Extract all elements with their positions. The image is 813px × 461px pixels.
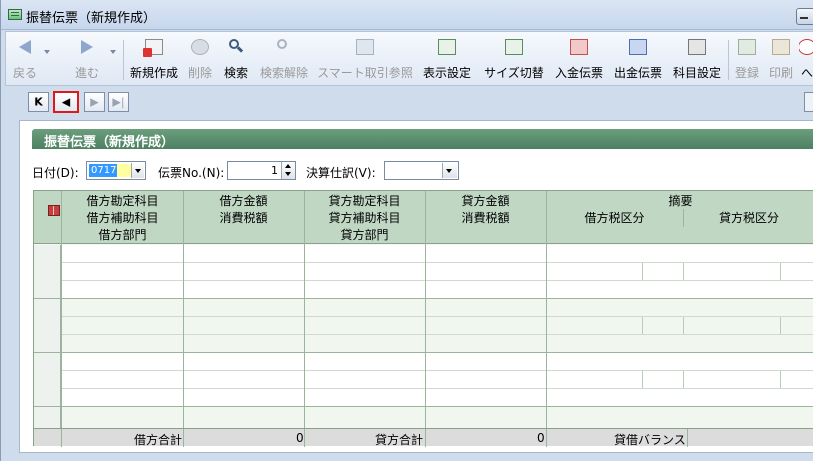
form-header-row: 日付(D): 0717 伝票No.(N): 1 決算仕訳(V): bbox=[32, 161, 472, 181]
header-credit-department: 貸方部門 bbox=[340, 228, 389, 242]
delete-icon bbox=[191, 39, 209, 55]
entry-row[interactable] bbox=[62, 299, 813, 352]
date-field[interactable]: 0717 bbox=[86, 161, 146, 180]
delete-button[interactable]: 削除 bbox=[183, 32, 217, 85]
receipt-slip-button[interactable]: 入金伝票 bbox=[551, 32, 607, 85]
entry-row[interactable] bbox=[62, 407, 813, 428]
slip-no-value: 1 bbox=[271, 164, 278, 177]
slip-form: 振替伝票（新規作成） 日付(D): 0717 伝票No.(N): 1 決算仕訳(… bbox=[19, 120, 813, 453]
register-button[interactable]: 登録 bbox=[731, 32, 763, 85]
size-toggle-icon bbox=[505, 39, 523, 55]
back-button[interactable]: 戻る bbox=[8, 32, 42, 85]
credit-total-label: 貸方合計 bbox=[375, 433, 424, 447]
date-dropdown-icon[interactable] bbox=[131, 163, 144, 178]
header-debit-department: 借方部門 bbox=[98, 228, 147, 242]
clear-search-button[interactable]: 検索解除 bbox=[256, 32, 312, 85]
forward-button[interactable]: 進む bbox=[70, 32, 104, 85]
app-icon bbox=[8, 9, 22, 20]
slip-no-field[interactable]: 1 bbox=[227, 161, 296, 180]
book-icon bbox=[48, 205, 60, 216]
previous-record-icon: ◀ bbox=[61, 95, 71, 109]
section-title: 振替伝票（新規作成） bbox=[32, 129, 813, 150]
back-arrow-icon bbox=[16, 39, 34, 55]
window: 振替伝票（新規作成） 戻る 進む 新規作成 削除 検索 検索解除 スマート取引参… bbox=[0, 0, 813, 461]
header-credit-tax: 消費税額 bbox=[461, 211, 510, 225]
header-credit-tax-category: 貸方税区分 bbox=[718, 211, 779, 225]
clear-search-icon bbox=[275, 39, 293, 55]
last-record-button[interactable]: ▶| bbox=[108, 92, 129, 112]
next-record-button[interactable]: ▶ bbox=[84, 92, 105, 112]
new-document-icon bbox=[143, 39, 163, 57]
date-label: 日付(D): bbox=[32, 166, 79, 180]
new-button[interactable]: 新規作成 bbox=[127, 32, 181, 85]
slip-no-label: 伝票No.(N): bbox=[158, 166, 225, 180]
header-credit-amount: 貸方金額 bbox=[461, 194, 510, 208]
minimize-button[interactable] bbox=[796, 8, 813, 25]
first-record-button[interactable]: K bbox=[28, 92, 49, 112]
account-settings-button[interactable]: 科目設定 bbox=[669, 32, 725, 85]
toolbar: 戻る 進む 新規作成 削除 検索 検索解除 スマート取引参照 表示設定 サイズ切… bbox=[5, 31, 813, 86]
date-cursor bbox=[117, 164, 131, 177]
register-icon bbox=[738, 39, 756, 55]
date-value: 0717 bbox=[89, 164, 119, 177]
print-icon bbox=[772, 39, 790, 55]
back-dropdown-icon[interactable] bbox=[44, 50, 50, 54]
print-button[interactable]: 印刷 bbox=[765, 32, 797, 85]
more-icon bbox=[799, 39, 813, 55]
header-debit-amount: 借方金額 bbox=[219, 194, 268, 208]
kessan-label: 決算仕訳(V): bbox=[306, 166, 376, 180]
header-debit-sub-account: 借方補助科目 bbox=[86, 211, 159, 225]
toolbar-separator bbox=[123, 40, 124, 80]
title-bar: 振替伝票（新規作成） bbox=[1, 0, 813, 30]
balance-label: 貸借バランス bbox=[614, 433, 686, 447]
display-settings-button[interactable]: 表示設定 bbox=[419, 32, 475, 85]
record-navigation: K ◀ ▶ ▶| bbox=[5, 88, 813, 116]
kessan-select[interactable] bbox=[384, 161, 459, 180]
grid-header: 借方勘定科目 借方金額 貸方勘定科目 貸方金額 摘要 借方補助科目 消費税額 貸… bbox=[34, 191, 813, 244]
entry-row[interactable] bbox=[62, 353, 813, 406]
header-debit-tax: 消費税額 bbox=[219, 211, 268, 225]
search-icon bbox=[227, 39, 245, 55]
search-button[interactable]: 検索 bbox=[219, 32, 253, 85]
first-record-icon: K bbox=[34, 95, 43, 109]
account-settings-icon bbox=[688, 39, 706, 55]
journal-grid: 借方勘定科目 借方金額 貸方勘定科目 貸方金額 摘要 借方補助科目 消費税額 貸… bbox=[33, 190, 813, 447]
slip-no-spinner[interactable] bbox=[281, 162, 295, 179]
size-toggle-button[interactable]: サイズ切替 bbox=[479, 32, 549, 85]
next-record-icon: ▶ bbox=[90, 95, 99, 109]
previous-record-button[interactable]: ◀ bbox=[53, 91, 79, 113]
more-button[interactable]: へ bbox=[799, 32, 813, 85]
row-marker-column bbox=[34, 245, 61, 428]
header-debit-account: 借方勘定科目 bbox=[86, 194, 159, 208]
forward-dropdown-icon[interactable] bbox=[110, 50, 116, 54]
debit-total-label: 借方合計 bbox=[134, 433, 183, 447]
debit-total-value: 0 bbox=[296, 431, 304, 445]
last-record-icon: ▶| bbox=[112, 95, 125, 109]
toolbar-separator bbox=[728, 40, 729, 80]
header-credit-account: 貸方勘定科目 bbox=[328, 194, 401, 208]
kessan-dropdown-icon[interactable] bbox=[442, 163, 457, 178]
credit-total-value: 0 bbox=[537, 431, 545, 445]
forward-arrow-icon bbox=[78, 39, 96, 55]
navigation-right-button[interactable] bbox=[804, 92, 813, 112]
smart-reference-button[interactable]: スマート取引参照 bbox=[315, 32, 415, 85]
payment-slip-button[interactable]: 出金伝票 bbox=[610, 32, 666, 85]
header-description: 摘要 bbox=[668, 194, 693, 208]
window-title: 振替伝票（新規作成） bbox=[26, 11, 157, 26]
entry-row[interactable] bbox=[62, 245, 813, 298]
receipt-slip-icon bbox=[570, 39, 588, 55]
payment-slip-icon bbox=[629, 39, 647, 55]
header-credit-sub-account: 貸方補助科目 bbox=[328, 211, 401, 225]
smart-reference-icon bbox=[356, 39, 374, 55]
totals-row: 借方合計 0 貸方合計 0 貸借バランス bbox=[34, 428, 813, 447]
display-settings-icon bbox=[438, 39, 456, 55]
header-debit-tax-category: 借方税区分 bbox=[584, 211, 645, 225]
